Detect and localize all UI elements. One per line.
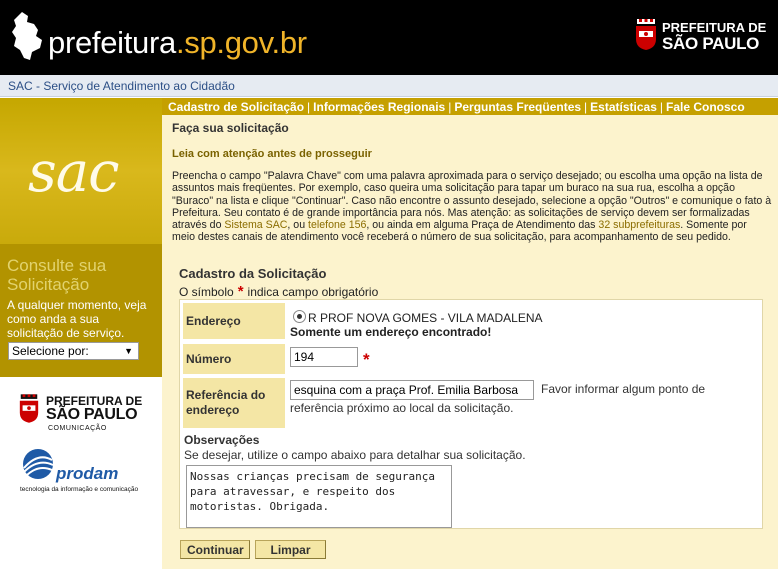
nav-cadastro[interactable]: Cadastro de Solicitação bbox=[168, 100, 304, 114]
nav-estatisticas[interactable]: Estatísticas bbox=[590, 100, 657, 114]
nav-separator: | bbox=[584, 99, 588, 114]
consulte-title[interactable]: Consulte sua Solicitação bbox=[7, 256, 157, 294]
consulte-description: A qualquer momento, veja como anda a sua… bbox=[7, 298, 147, 340]
main-content: Faça sua solicitação Leia com atenção an… bbox=[162, 115, 778, 569]
observacoes-hint: Se desejar, utilize o campo abaixo para … bbox=[184, 448, 526, 462]
intro-paragraph: Preencha o campo "Palavra Chave" com uma… bbox=[172, 170, 772, 244]
clear-button[interactable]: Limpar bbox=[255, 540, 326, 559]
page-subtitle: Leia com atenção antes de prosseguir bbox=[172, 148, 372, 160]
prefeitura-logo[interactable]: PREFEITURA DE SÃO PAULO bbox=[634, 18, 767, 54]
prefeitura-comunicacao-logo[interactable]: PREFEITURA DE SÃO PAULO COMUNICAÇÃO bbox=[18, 392, 148, 434]
consulte-select[interactable]: Selecione por: ▼ bbox=[8, 342, 139, 360]
link-telefone-156[interactable]: telefone 156 bbox=[308, 219, 366, 231]
chevron-down-icon: ▼ bbox=[124, 346, 133, 356]
nav-fale-conosco[interactable]: Fale Conosco bbox=[666, 100, 745, 114]
numero-label: Número bbox=[183, 344, 285, 374]
main-nav: Cadastro de Solicitação | Informações Re… bbox=[162, 98, 778, 115]
request-form: Endereço R PROF NOVA GOMES - VILA MADALE… bbox=[179, 299, 763, 529]
intro-text-2: , ou bbox=[287, 219, 309, 232]
required-note-before: O símbolo bbox=[179, 285, 234, 299]
service-title: SAC - Serviço de Atendimento ao Cidadão bbox=[8, 79, 235, 93]
prodam-name: prodam bbox=[56, 464, 119, 483]
site-title-main: prefeitura bbox=[48, 25, 176, 60]
consulte-select-value: Selecione por: bbox=[12, 344, 89, 358]
prodam-swirl-icon bbox=[23, 449, 54, 479]
site-title-domain: .sp.gov.br bbox=[175, 25, 307, 60]
comunicacao-logo-line3: COMUNICAÇÃO bbox=[48, 425, 107, 432]
required-asterisk-icon: * bbox=[363, 350, 370, 369]
link-sistema-sac[interactable]: Sistema SAC bbox=[224, 219, 287, 231]
required-asterisk-icon: * bbox=[237, 283, 244, 300]
nav-separator: | bbox=[448, 99, 452, 114]
prodam-logo[interactable]: prodam tecnologia da informação e comuni… bbox=[20, 448, 150, 498]
endereco-label: Endereço bbox=[183, 303, 285, 339]
consulte-panel: Consulte sua Solicitação A qualquer mome… bbox=[0, 244, 162, 377]
nav-perguntas[interactable]: Perguntas Freqüentes bbox=[454, 100, 581, 114]
observacoes-label: Observações bbox=[184, 433, 260, 447]
nav-informacoes[interactable]: Informações Regionais bbox=[313, 100, 445, 114]
referencia-label: Referência do endereço bbox=[183, 378, 285, 428]
nav-separator: | bbox=[307, 99, 311, 114]
referencia-hint-line1: Favor informar algum ponto de bbox=[541, 382, 706, 396]
link-subprefeituras[interactable]: 32 subprefeituras bbox=[598, 219, 680, 231]
form-title: Cadastro da Solicitação bbox=[179, 266, 327, 281]
address-option-text: R PROF NOVA GOMES - VILA MADALENA bbox=[308, 311, 543, 325]
referencia-hint-line2: referência próximo ao local da solicitaç… bbox=[290, 401, 514, 415]
required-note-after: indica campo obrigatório bbox=[247, 285, 379, 299]
comunicacao-logo-line2: SÃO PAULO bbox=[46, 406, 138, 423]
required-note: O símbolo * indica campo obrigatório bbox=[179, 283, 378, 300]
site-header: prefeitura.sp.gov.br PREFEITURA DE SÃO P… bbox=[0, 0, 778, 75]
sao-paulo-map-icon bbox=[12, 12, 42, 60]
prefeitura-logo-line2: SÃO PAULO bbox=[662, 34, 760, 53]
observacoes-textarea[interactable]: Nossas crianças precisam de segurança pa… bbox=[186, 465, 452, 528]
site-title[interactable]: prefeitura.sp.gov.br bbox=[48, 25, 307, 61]
numero-input[interactable] bbox=[290, 347, 358, 367]
prefeitura-logo-line1: PREFEITURA DE bbox=[662, 20, 767, 35]
intro-text-3: , ou ainda em alguma Praça de Atendiment… bbox=[366, 219, 599, 232]
nav-separator: | bbox=[659, 99, 663, 114]
service-bar: SAC - Serviço de Atendimento ao Cidadão bbox=[0, 75, 778, 97]
sac-logo-text: sac bbox=[28, 140, 119, 205]
continue-button[interactable]: Continuar bbox=[180, 540, 250, 559]
address-radio[interactable] bbox=[293, 310, 306, 323]
address-found-message: Somente um endereço encontrado! bbox=[290, 325, 492, 339]
coat-of-arms-icon bbox=[636, 19, 656, 50]
coat-of-arms-icon bbox=[19, 394, 39, 423]
page-title: Faça sua solicitação bbox=[172, 121, 289, 135]
prodam-tagline: tecnologia da informação e comunicação bbox=[20, 486, 139, 493]
sac-banner: sac bbox=[0, 98, 162, 244]
referencia-input[interactable] bbox=[290, 380, 534, 400]
